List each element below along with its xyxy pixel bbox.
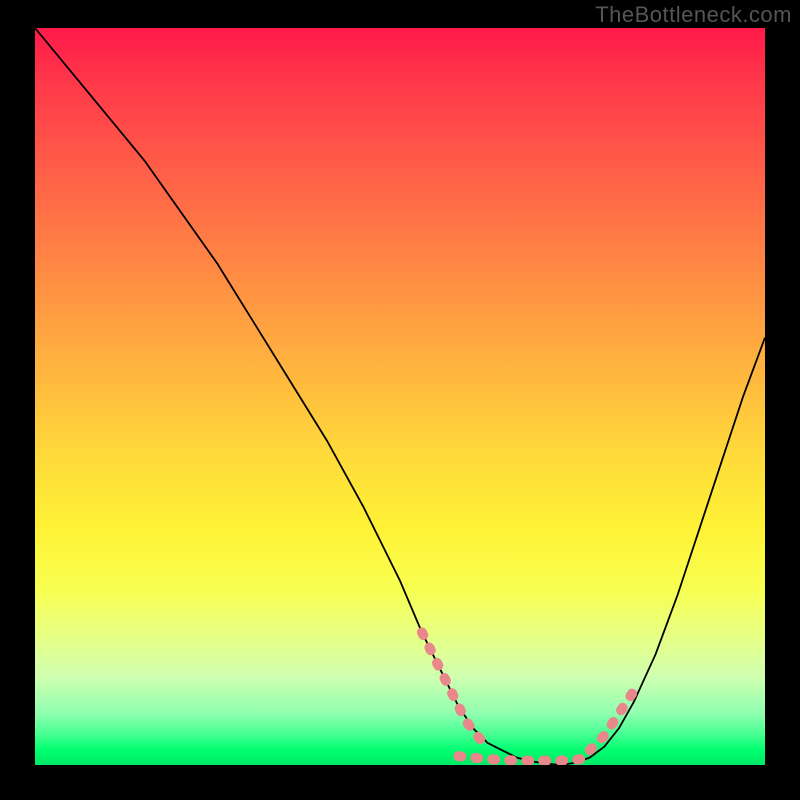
chart-plot-area (35, 28, 765, 765)
chart-curves-svg (35, 28, 765, 765)
left-curve (35, 28, 561, 765)
right-curve (561, 338, 765, 765)
highlight-bottom (458, 756, 589, 760)
highlight-right (590, 691, 634, 750)
attribution-label: TheBottleneck.com (595, 2, 792, 28)
highlight-left (422, 632, 480, 739)
